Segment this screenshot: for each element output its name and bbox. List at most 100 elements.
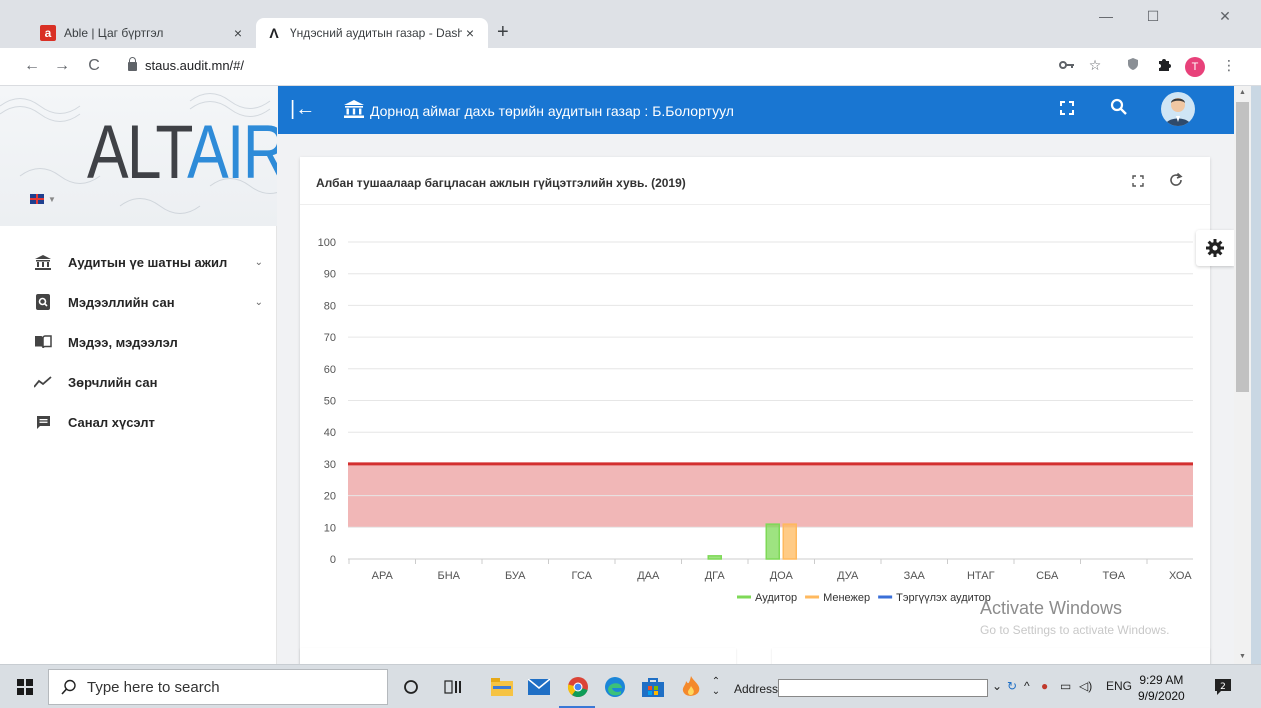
refresh-icon[interactable] (1168, 172, 1184, 193)
store-icon[interactable] (641, 675, 665, 699)
able-favicon-icon: a (40, 25, 56, 41)
url-text: staus.audit.mn/#/ (145, 58, 244, 73)
fullscreen-icon[interactable] (1060, 101, 1074, 120)
x-tick-label: АРА (372, 570, 394, 582)
file-explorer-icon[interactable] (490, 675, 514, 699)
puzzle-extension-icon[interactable] (1153, 57, 1175, 74)
cortana-icon[interactable] (399, 675, 423, 699)
windows-start-icon[interactable] (17, 679, 33, 695)
tab-close-icon[interactable]: × (230, 25, 246, 41)
display-icon[interactable]: ▭ (1060, 679, 1071, 693)
x-tick-label: ТӨА (1102, 570, 1125, 582)
sidebar-item-label: Санал хүсэлт (68, 414, 155, 430)
tab-close-icon[interactable]: × (462, 25, 478, 41)
page-scrollbar[interactable]: ▲ ▼ (1234, 86, 1251, 664)
forward-arrow-icon[interactable]: → (52, 57, 72, 75)
minimize-button[interactable]: — (1086, 8, 1126, 24)
clock-date: 9/9/2020 (1138, 689, 1185, 703)
sidebar-item-feedback[interactable]: Санал хүсэлт (0, 402, 277, 442)
bank-icon (344, 100, 364, 123)
next-card-left (300, 648, 736, 664)
sidebar-item-violations[interactable]: Зөрчлийн сан (0, 362, 277, 402)
audit-favicon-icon: Λ (269, 25, 279, 41)
language-indicator[interactable]: ENG (1106, 679, 1132, 693)
taskbar-search-input[interactable]: Type here to search (48, 669, 388, 705)
x-tick-label: НТАГ (967, 570, 995, 582)
address-toolbar-input[interactable] (778, 679, 988, 697)
bar-Аудитор (707, 555, 722, 560)
shield-extension-icon[interactable] (1122, 57, 1144, 74)
sidebar-menu: Аудитын үе шатны ажил ⌄ Мэдээллийн сан ⌄… (0, 242, 277, 442)
volume-icon[interactable]: ◁) (1079, 679, 1092, 693)
scroll-up-icon[interactable]: ▲ (1234, 86, 1251, 100)
altair-logo[interactable]: ALTAIR (87, 108, 277, 198)
web-page: ALTAIR ▼ Аудитын үе шатны ажил ⌄ Мэдээлл… (0, 86, 1234, 664)
sidebar-item-news[interactable]: Мэдээ, мэдээлэл (0, 322, 277, 362)
bookmark-star-icon[interactable]: ☆ (1084, 57, 1106, 74)
address-bar[interactable]: staus.audit.mn/#/ (128, 57, 244, 73)
toolbar-chevrons-icon[interactable]: ⌃ ⌄ (708, 675, 724, 699)
key-icon[interactable] (1056, 57, 1078, 73)
sidebar-item-label: Аудитын үе шатны ажил (68, 254, 228, 270)
settings-button[interactable] (1196, 230, 1234, 266)
new-tab-button[interactable]: + (497, 20, 509, 44)
mail-icon[interactable] (527, 675, 551, 699)
address-dropdown-icon[interactable]: ⌄ (992, 679, 1002, 693)
chrome-menu-icon[interactable]: ⋮ (1218, 57, 1240, 74)
profile-avatar[interactable]: T (1185, 57, 1205, 77)
search-placeholder: Type here to search (87, 678, 220, 696)
sidebar: ALTAIR ▼ Аудитын үе шатны ажил ⌄ Мэдээлл… (0, 86, 277, 664)
scroll-down-icon[interactable]: ▼ (1234, 650, 1251, 664)
close-window-button[interactable]: ✕ (1205, 8, 1245, 25)
y-tick-label: 70 (324, 332, 336, 344)
watermark-subtitle: Go to Settings to activate Windows. (980, 623, 1170, 637)
taskbar-clock[interactable]: 9:29 AM 9/9/2020 (1138, 672, 1185, 704)
go-icon[interactable]: ↻ (1007, 679, 1017, 693)
browser-tab-audit[interactable]: Λ Үндэсний аудитын газар - Dashl × (256, 18, 488, 48)
back-arrow-icon[interactable]: ← (22, 57, 42, 75)
flame-app-icon[interactable] (679, 675, 703, 699)
y-tick-label: 90 (324, 269, 336, 281)
task-view-icon[interactable] (441, 675, 465, 699)
sidebar-item-label: Зөрчлийн сан (68, 374, 158, 390)
legend-label: Аудитор (755, 592, 797, 604)
chrome-icon[interactable] (566, 675, 590, 699)
sidebar-item-audit-stages[interactable]: Аудитын үе шатны ажил ⌄ (0, 242, 277, 282)
address-toolbar-label: Address (734, 682, 779, 696)
show-hidden-icons-icon[interactable]: ^ (1024, 679, 1030, 693)
notification-center-icon[interactable]: 2 (1213, 677, 1233, 697)
app-header: |← Дорнод аймаг дахь төрийн аудитын газа… (278, 86, 1234, 134)
card-title: Албан тушаалаар багцласан ажлын гүйцэтгэ… (316, 176, 686, 190)
language-selector[interactable]: ▼ (30, 194, 56, 204)
notification-count: 2 (1220, 682, 1226, 692)
scroll-thumb[interactable] (1236, 102, 1249, 392)
x-tick-label: ЗАА (904, 570, 926, 582)
browser-tab-able[interactable]: a Able | Цаг бүртгэл × (30, 18, 256, 48)
x-tick-label: ГСА (571, 570, 592, 582)
browser-tabstrip: a Able | Цаг бүртгэл × Λ Үндэсний аудиты… (0, 0, 1261, 48)
trend-icon (34, 373, 52, 391)
performance-chart-card: Албан тушаалаар багцласан ажлын гүйцэтгэ… (300, 157, 1210, 664)
chevron-down-icon: ⌄ (254, 296, 263, 308)
edge-icon[interactable] (603, 675, 627, 699)
user-avatar[interactable] (1161, 92, 1195, 126)
maximize-button[interactable]: ☐ (1133, 8, 1173, 25)
y-tick-label: 10 (324, 522, 336, 534)
network-warning-icon[interactable]: ● (1041, 679, 1048, 693)
clock-time: 9:29 AM (1139, 673, 1184, 687)
caret-down-icon: ▼ (48, 194, 56, 204)
reload-icon[interactable]: C (84, 57, 104, 75)
sidebar-item-database[interactable]: Мэдээллийн сан ⌄ (0, 282, 277, 322)
y-tick-label: 60 (324, 364, 336, 376)
collapse-sidebar-icon[interactable]: |← (290, 98, 315, 120)
logo-text-blue: AIR (187, 110, 277, 195)
fullscreen-icon[interactable] (1132, 174, 1144, 192)
x-tick-label: ДОА (770, 570, 794, 582)
card-header: Албан тушаалаар багцласан ажлын гүйцэтгэ… (300, 157, 1210, 205)
y-tick-label: 40 (324, 427, 336, 439)
search-icon (61, 679, 76, 695)
search-icon[interactable] (1110, 98, 1128, 121)
next-card-right (772, 648, 1210, 664)
x-tick-label: СБА (1036, 570, 1059, 582)
bar-Менежер (782, 523, 797, 560)
